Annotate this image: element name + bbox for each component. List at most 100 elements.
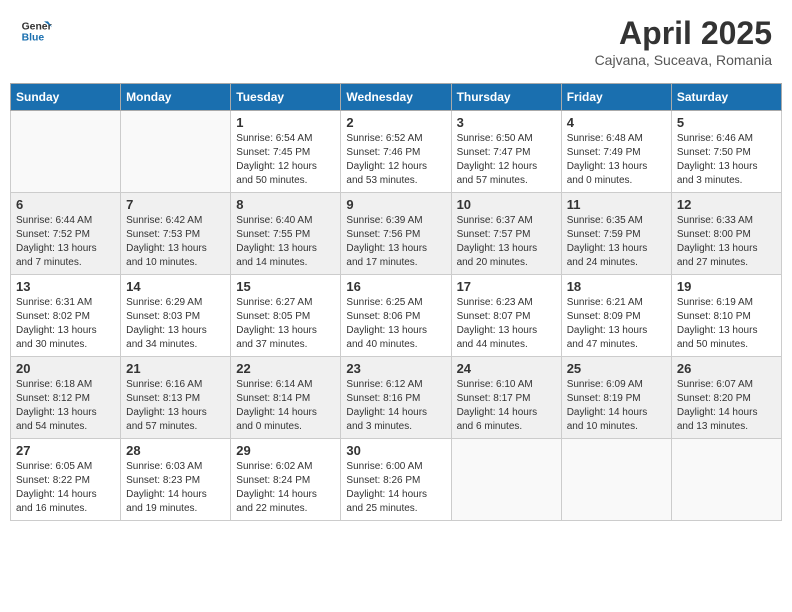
day-number: 21 [126, 361, 225, 376]
day-info: Sunrise: 6:39 AM Sunset: 7:56 PM Dayligh… [346, 214, 445, 270]
calendar-cell: 27Sunrise: 6:05 AM Sunset: 8:22 PM Dayli… [11, 439, 121, 521]
day-number: 5 [677, 115, 776, 130]
calendar-cell: 6Sunrise: 6:44 AM Sunset: 7:52 PM Daylig… [11, 193, 121, 275]
calendar-week-row: 20 Sunrise: 6:18 AM Sunset: 8:12 PM Dayli… [11, 357, 782, 439]
day-number: 9 [346, 197, 445, 212]
month-title: April 2025 [595, 15, 772, 52]
location-subtitle: Cajvana, Suceava, Romania [595, 52, 772, 68]
day-number: 1 [236, 115, 335, 130]
day-info: Sunrise: 6:14 AM Sunset: 8:14 PM Dayligh… [236, 378, 335, 434]
day-info: Sunrise: 6:31 AM Sunset: 8:02 PM Dayligh… [16, 296, 115, 352]
day-info: Sunrise: 6:27 AM Sunset: 8:05 PM Dayligh… [236, 296, 335, 352]
day-info: Sunrise: 6:40 AM Sunset: 7:55 PM Dayligh… [236, 214, 335, 270]
day-number: 11 [567, 197, 666, 212]
day-info: Sunrise: 6:10 AM Sunset: 8:17 PM Dayligh… [457, 378, 556, 434]
day-info: Sunrise: 6:18 AM Sunset: 8:12 PM Dayligh… [16, 378, 115, 434]
calendar-cell [561, 439, 671, 521]
day-info: Sunrise: 6:48 AM Sunset: 7:49 PM Dayligh… [567, 132, 666, 188]
weekday-header: Monday [121, 84, 231, 111]
weekday-header-row: SundayMondayTuesdayWednesdayThursdayFrid… [11, 84, 782, 111]
calendar-week-row: 6Sunrise: 6:44 AM Sunset: 7:52 PM Daylig… [11, 193, 782, 275]
day-number: 3 [457, 115, 556, 130]
weekday-header: Tuesday [231, 84, 341, 111]
day-info: Sunrise: 6:37 AM Sunset: 7:57 PM Dayligh… [457, 214, 556, 270]
calendar-cell: 8 Sunrise: 6:40 AM Sunset: 7:55 PM Daylig… [231, 193, 341, 275]
calendar-cell: 25 Sunrise: 6:09 AM Sunset: 8:19 PM Dayli… [561, 357, 671, 439]
calendar-cell: 18Sunrise: 6:21 AM Sunset: 8:09 PM Dayli… [561, 275, 671, 357]
calendar-cell: 1Sunrise: 6:54 AM Sunset: 7:45 PM Daylig… [231, 111, 341, 193]
day-number: 24 [457, 361, 556, 376]
calendar-cell [121, 111, 231, 193]
day-number: 19 [677, 279, 776, 294]
calendar-cell: 21 Sunrise: 6:16 AM Sunset: 8:13 PM Dayli… [121, 357, 231, 439]
day-number: 17 [457, 279, 556, 294]
day-number: 16 [346, 279, 445, 294]
day-number: 30 [346, 443, 445, 458]
calendar-cell: 23 Sunrise: 6:12 AM Sunset: 8:16 PM Dayli… [341, 357, 451, 439]
day-number: 15 [236, 279, 335, 294]
calendar-cell: 17 Sunrise: 6:23 AM Sunset: 8:07 PM Dayli… [451, 275, 561, 357]
day-info: Sunrise: 6:02 AM Sunset: 8:24 PM Dayligh… [236, 460, 335, 516]
calendar-cell: 3 Sunrise: 6:50 AM Sunset: 7:47 PM Daylig… [451, 111, 561, 193]
day-number: 29 [236, 443, 335, 458]
title-block: April 2025 Cajvana, Suceava, Romania [595, 15, 772, 68]
day-number: 10 [457, 197, 556, 212]
day-number: 13 [16, 279, 115, 294]
calendar-table: SundayMondayTuesdayWednesdayThursdayFrid… [10, 83, 782, 521]
weekday-header: Wednesday [341, 84, 451, 111]
day-number: 4 [567, 115, 666, 130]
day-number: 2 [346, 115, 445, 130]
weekday-header: Saturday [671, 84, 781, 111]
day-number: 14 [126, 279, 225, 294]
day-info: Sunrise: 6:23 AM Sunset: 8:07 PM Dayligh… [457, 296, 556, 352]
day-info: Sunrise: 6:16 AM Sunset: 8:13 PM Dayligh… [126, 378, 225, 434]
calendar-cell [451, 439, 561, 521]
calendar-cell: 4 Sunrise: 6:48 AM Sunset: 7:49 PM Daylig… [561, 111, 671, 193]
calendar-cell: 15 Sunrise: 6:27 AM Sunset: 8:05 PM Dayli… [231, 275, 341, 357]
day-number: 26 [677, 361, 776, 376]
day-number: 20 [16, 361, 115, 376]
calendar-cell: 9 Sunrise: 6:39 AM Sunset: 7:56 PM Daylig… [341, 193, 451, 275]
day-info: Sunrise: 6:44 AM Sunset: 7:52 PM Dayligh… [16, 214, 115, 270]
day-info: Sunrise: 6:12 AM Sunset: 8:16 PM Dayligh… [346, 378, 445, 434]
calendar-cell: 2Sunrise: 6:52 AM Sunset: 7:46 PM Daylig… [341, 111, 451, 193]
day-number: 25 [567, 361, 666, 376]
calendar-week-row: 1Sunrise: 6:54 AM Sunset: 7:45 PM Daylig… [11, 111, 782, 193]
day-info: Sunrise: 6:21 AM Sunset: 8:09 PM Dayligh… [567, 296, 666, 352]
day-info: Sunrise: 6:50 AM Sunset: 7:47 PM Dayligh… [457, 132, 556, 188]
day-number: 22 [236, 361, 335, 376]
calendar-cell: 19 Sunrise: 6:19 AM Sunset: 8:10 PM Dayli… [671, 275, 781, 357]
logo-icon: General Blue [20, 15, 52, 47]
calendar-week-row: 27Sunrise: 6:05 AM Sunset: 8:22 PM Dayli… [11, 439, 782, 521]
calendar-cell: 16 Sunrise: 6:25 AM Sunset: 8:06 PM Dayli… [341, 275, 451, 357]
day-info: Sunrise: 6:05 AM Sunset: 8:22 PM Dayligh… [16, 460, 115, 516]
day-number: 23 [346, 361, 445, 376]
day-number: 12 [677, 197, 776, 212]
day-info: Sunrise: 6:33 AM Sunset: 8:00 PM Dayligh… [677, 214, 776, 270]
calendar-cell: 10 Sunrise: 6:37 AM Sunset: 7:57 PM Dayli… [451, 193, 561, 275]
day-info: Sunrise: 6:09 AM Sunset: 8:19 PM Dayligh… [567, 378, 666, 434]
day-info: Sunrise: 6:03 AM Sunset: 8:23 PM Dayligh… [126, 460, 225, 516]
logo: General Blue [20, 15, 52, 47]
weekday-header: Friday [561, 84, 671, 111]
calendar-cell: 13 Sunrise: 6:31 AM Sunset: 8:02 PM Dayli… [11, 275, 121, 357]
day-info: Sunrise: 6:35 AM Sunset: 7:59 PM Dayligh… [567, 214, 666, 270]
day-info: Sunrise: 6:25 AM Sunset: 8:06 PM Dayligh… [346, 296, 445, 352]
weekday-header: Sunday [11, 84, 121, 111]
calendar-cell: 11 Sunrise: 6:35 AM Sunset: 7:59 PM Dayli… [561, 193, 671, 275]
calendar-cell: 22 Sunrise: 6:14 AM Sunset: 8:14 PM Dayli… [231, 357, 341, 439]
calendar-cell: 14 Sunrise: 6:29 AM Sunset: 8:03 PM Dayli… [121, 275, 231, 357]
calendar-cell: 5Sunrise: 6:46 AM Sunset: 7:50 PM Daylig… [671, 111, 781, 193]
day-info: Sunrise: 6:29 AM Sunset: 8:03 PM Dayligh… [126, 296, 225, 352]
day-info: Sunrise: 6:19 AM Sunset: 8:10 PM Dayligh… [677, 296, 776, 352]
day-number: 8 [236, 197, 335, 212]
calendar-cell: 30Sunrise: 6:00 AM Sunset: 8:26 PM Dayli… [341, 439, 451, 521]
day-info: Sunrise: 6:42 AM Sunset: 7:53 PM Dayligh… [126, 214, 225, 270]
calendar-cell: 29 Sunrise: 6:02 AM Sunset: 8:24 PM Dayli… [231, 439, 341, 521]
calendar-cell: 28Sunrise: 6:03 AM Sunset: 8:23 PM Dayli… [121, 439, 231, 521]
svg-text:Blue: Blue [22, 33, 45, 44]
calendar-cell [671, 439, 781, 521]
day-info: Sunrise: 6:07 AM Sunset: 8:20 PM Dayligh… [677, 378, 776, 434]
page-header: General Blue April 2025 Cajvana, Suceava… [10, 10, 782, 73]
calendar-cell [11, 111, 121, 193]
